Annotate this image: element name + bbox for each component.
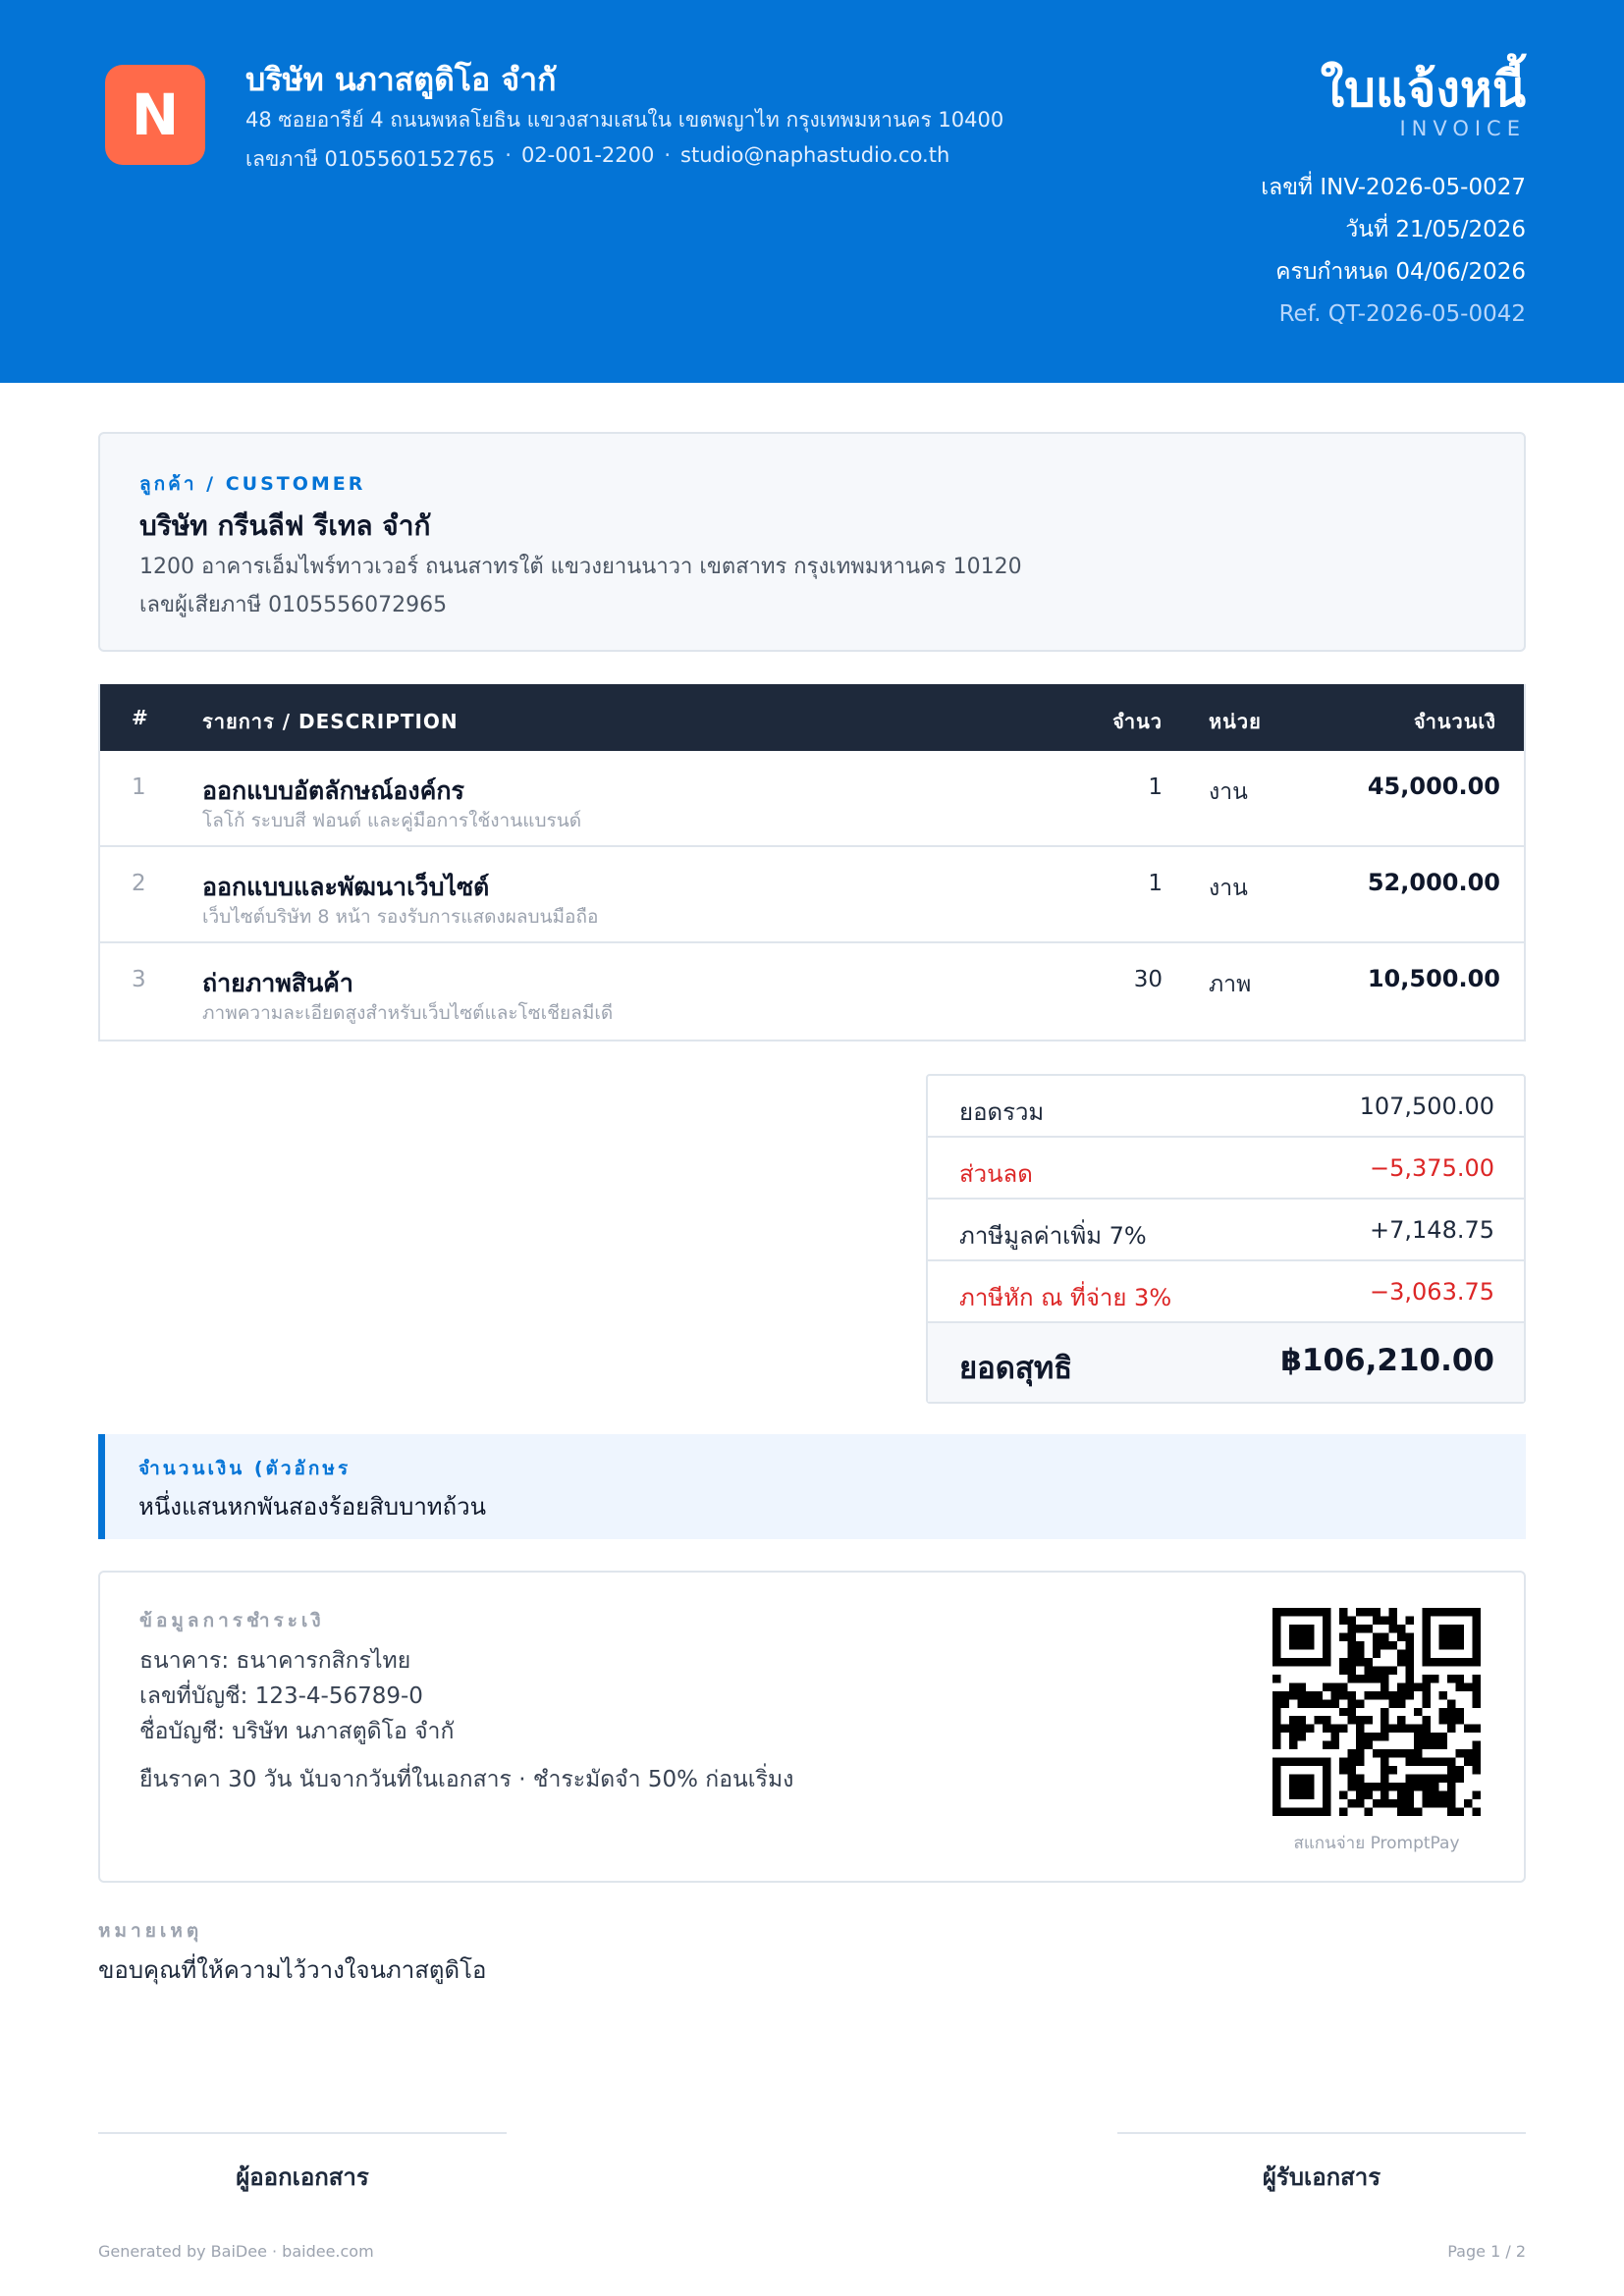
items-table: # รายการ / DESCRIPTION จำนว หน่วย จำนวนเ…	[98, 684, 1526, 1041]
company-logo: N	[105, 65, 205, 165]
row-item-name: ออกแบบและพัฒนาเว็บไซต์	[202, 873, 490, 901]
discount-value: −5,375.00	[1370, 1154, 1494, 1182]
vat-row: ภาษีมูลค่าเพิ่ม 7% +7,148.75	[928, 1200, 1524, 1261]
issuer-signature-line: ผู้ออกเอกสาร	[98, 2132, 507, 2196]
row-index: 1	[132, 774, 146, 800]
table-row: 3 ถ่ายภาพสินค้า ภาพความละเอียดสูงสำหรับเ…	[100, 943, 1524, 1040]
qr-caption: สแกนจ่าย PromptPay	[1293, 1834, 1460, 1853]
header-index: #	[132, 706, 149, 729]
subtotal-label: ยอดรวม	[959, 1098, 1045, 1126]
invoice-reference: Ref. QT-2026-05-0042	[1278, 301, 1526, 327]
invoice-due-date: ครบกำหนด 04/06/2026	[1275, 259, 1526, 285]
subtotal-value: 107,500.00	[1359, 1093, 1494, 1120]
row-item-description: เว็บไซต์บริษัท 8 หน้า รองรับการแสดงผลบนม…	[202, 906, 599, 928]
row-amount: 45,000.00	[1367, 773, 1500, 800]
row-item-description: โลโก้ ระบบสี ฟอนต์ และคู่มือการใช้งานแบร…	[202, 810, 582, 831]
net-total-value: ฿106,210.00	[1280, 1343, 1494, 1378]
withholding-tax-row: ภาษีหัก ณ ที่จ่าย 3% −3,063.75	[928, 1261, 1524, 1323]
vat-value: +7,148.75	[1370, 1216, 1494, 1244]
header-description: รายการ / DESCRIPTION	[202, 710, 459, 733]
company-phone: 02-001-2200	[520, 143, 655, 167]
row-quantity: 1	[1148, 774, 1163, 800]
table-row: 1 ออกแบบอัตลักษณ์องค์กร โลโก้ ระบบสี ฟอน…	[100, 751, 1524, 847]
payment-terms: ยืนราคา 30 วัน นับจากวันที่ในเอกสาร · ชำ…	[139, 1767, 794, 1792]
document-subtitle: INVOICE	[1399, 117, 1526, 140]
withholding-tax-label: ภาษีหัก ณ ที่จ่าย 3%	[959, 1284, 1172, 1311]
withholding-tax-value: −3,063.75	[1370, 1278, 1494, 1306]
document-meta: เลขที่ INV-2026-05-0027 วันที่ 21/05/202…	[1261, 167, 1526, 336]
row-quantity: 1	[1148, 871, 1163, 896]
contact-separator: ·	[664, 143, 672, 167]
row-quantity: 30	[1133, 967, 1163, 992]
row-unit: งาน	[1209, 876, 1248, 901]
footer-generated-by: Generated by BaiDee · baidee.com	[98, 2242, 374, 2261]
company-address: 48 ซอยอารีย์ 4 ถนนพหลโยธิน แขวงสามเสนใน …	[245, 108, 1004, 132]
row-index: 3	[132, 967, 146, 992]
remark-text: ขอบคุณที่ให้ความไว้วางใจนภาสตูดิโอ	[98, 1956, 487, 1984]
payment-bank: ธนาคาร: ธนาคารกสิกรไทย	[139, 1648, 411, 1674]
company-email[interactable]: studio@naphastudio.co.th	[680, 143, 949, 176]
amount-in-words-text: หนึ่งแสนหกพันสองร้อยสิบบาทถ้วน	[138, 1493, 487, 1521]
footer-page-number: Page 1 / 2	[1447, 2242, 1526, 2261]
net-total-label: ยอดสุทธิ	[959, 1351, 1073, 1386]
contact-separator: ·	[505, 143, 512, 167]
header-amount: จำนวนเงิ	[1413, 710, 1496, 733]
row-amount: 10,500.00	[1367, 965, 1500, 992]
row-item-name: ออกแบบอัตลักษณ์องค์กร	[202, 776, 464, 805]
issuer-signature-label: ผู้ออกเอกสาร	[236, 2163, 369, 2191]
row-unit: ภาพ	[1209, 972, 1252, 997]
discount-row: ส่วนลด −5,375.00	[928, 1138, 1524, 1200]
totals-box: ยอดรวม 107,500.00 ส่วนลด −5,375.00 ภาษีม…	[926, 1074, 1526, 1404]
invoice-number: เลขที่ INV-2026-05-0027	[1261, 175, 1526, 200]
company-tax-id: เลขภาษี 0105560152765	[245, 147, 496, 171]
discount-label: ส่วนลด	[959, 1160, 1033, 1188]
row-unit: งาน	[1209, 779, 1248, 805]
items-table-header: # รายการ / DESCRIPTION จำนว หน่วย จำนวนเ…	[100, 684, 1524, 751]
amount-in-words-label: จำนวนเงิน (ตัวอักษร	[138, 1458, 352, 1479]
receiver-signature-label: ผู้รับเอกสาร	[1262, 2163, 1381, 2191]
header-unit: หน่วย	[1209, 710, 1262, 733]
vat-label: ภาษีมูลค่าเพิ่ม 7%	[959, 1222, 1147, 1250]
row-item-name: ถ่ายภาพสินค้า	[202, 969, 353, 997]
net-total-row: ยอดสุทธิ ฿106,210.00	[928, 1323, 1524, 1402]
invoice-date: วันที่ 21/05/2026	[1345, 217, 1526, 242]
table-row: 2 ออกแบบและพัฒนาเว็บไซต์ เว็บไซต์บริษัท …	[100, 847, 1524, 943]
row-amount: 52,000.00	[1367, 869, 1500, 896]
payment-info-box: ข้อมูลการชำระเงิ ธนาคาร: ธนาคารกสิกรไทย …	[98, 1571, 1526, 1883]
header-band: N บริษัท นภาสตูดิโอ จำกั 48 ซอยอารีย์ 4 …	[0, 0, 1624, 383]
company-contact: เลขภาษี 0105560152765 · 02-001-2200 · st…	[245, 143, 949, 176]
customer-box: ลูกค้า / CUSTOMER บริษัท กรีนลีฟ รีเทล จ…	[98, 432, 1526, 652]
promptpay-qr-icon	[1272, 1608, 1481, 1816]
row-index: 2	[132, 871, 146, 896]
payment-account-number: เลขที่บัญชี: 123-4-56789-0	[139, 1683, 423, 1709]
customer-tax-id: เลขผู้เสียภาษี 0105556072965	[139, 593, 448, 617]
customer-label: ลูกค้า / CUSTOMER	[139, 473, 366, 495]
customer-address: 1200 อาคารเอ็มไพร์ทาวเวอร์ ถนนสาทรใต้ แข…	[139, 555, 1022, 579]
row-item-description: ภาพความละเอียดสูงสำหรับเว็บไซต์และโซเชีย…	[202, 1002, 614, 1024]
payment-account-name: ชื่อบัญชี: บริษัท นภาสตูดิโอ จำกั	[139, 1719, 455, 1744]
receiver-signature-line: ผู้รับเอกสาร	[1117, 2132, 1526, 2196]
amount-in-words-box: จำนวนเงิน (ตัวอักษร หนึ่งแสนหกพันสองร้อย…	[98, 1434, 1526, 1539]
header-quantity: จำนว	[1112, 710, 1163, 733]
company-name: บริษัท นภาสตูดิโอ จำกั	[245, 61, 557, 98]
payment-info-label: ข้อมูลการชำระเงิ	[139, 1610, 325, 1631]
customer-name: บริษัท กรีนลีฟ รีเทล จำกั	[139, 509, 431, 542]
subtotal-row: ยอดรวม 107,500.00	[928, 1076, 1524, 1138]
remark-label: หมายเหตุ	[98, 1920, 203, 1942]
